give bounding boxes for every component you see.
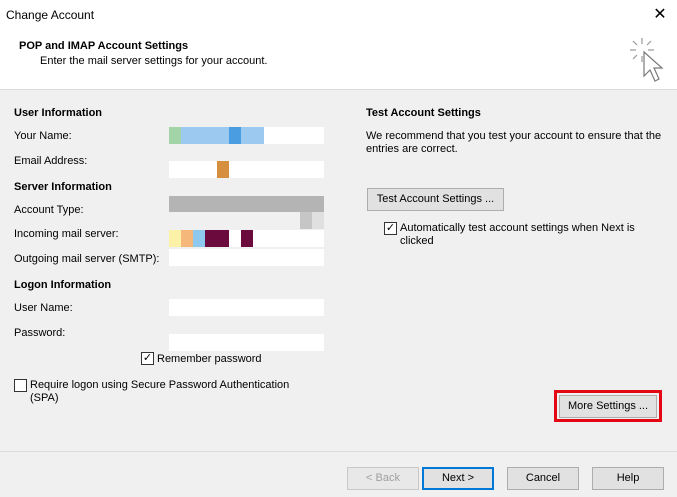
auto-test-label[interactable]: Automatically test account settings when… [400, 222, 650, 248]
server-info-title: Server Information [14, 181, 112, 193]
redaction-block [181, 230, 193, 247]
header-subtitle: Enter the mail server settings for your … [40, 55, 268, 67]
email-label: Email Address: [14, 155, 88, 167]
window-title: Change Account [6, 8, 95, 22]
help-button[interactable]: Help [592, 467, 664, 490]
remember-password-label[interactable]: Remember password [157, 353, 262, 365]
test-settings-description: We recommend that you test your account … [366, 130, 662, 155]
footer-divider [0, 451, 677, 452]
redaction-block [193, 230, 205, 247]
close-icon: ✕ [653, 6, 667, 23]
redaction-block [217, 161, 229, 178]
spa-label[interactable]: Require logon using Secure Password Auth… [30, 379, 320, 405]
password-label: Password: [14, 327, 66, 339]
test-account-settings-button[interactable]: Test Account Settings ... [367, 188, 504, 211]
your-name-label: Your Name: [14, 130, 72, 142]
redaction-block [300, 212, 312, 229]
back-button[interactable]: < Back [347, 467, 419, 490]
highlight-box [554, 390, 662, 422]
your-name-field[interactable] [169, 127, 324, 144]
title-bar: Change Account ✕ [0, 0, 677, 30]
auto-test-checkbox[interactable] [384, 222, 397, 235]
logon-info-title: Logon Information [14, 279, 112, 291]
redaction-block [181, 127, 229, 144]
account-type-field [169, 196, 324, 212]
redaction-block [241, 127, 264, 144]
close-button[interactable]: ✕ [649, 4, 671, 26]
cancel-button[interactable]: Cancel [507, 467, 579, 490]
email-field[interactable] [169, 161, 324, 178]
password-field[interactable] [169, 334, 324, 351]
outgoing-server-field[interactable] [169, 249, 324, 266]
spa-checkbox[interactable] [14, 379, 27, 392]
redaction-block [169, 127, 181, 144]
next-button[interactable]: Next > [422, 467, 494, 490]
user-info-title: User Information [14, 107, 103, 119]
account-type-field-lower [169, 212, 324, 229]
redaction-block [169, 230, 181, 247]
redaction-block [312, 212, 324, 229]
header-title: POP and IMAP Account Settings [19, 40, 189, 52]
username-label: User Name: [14, 302, 73, 314]
incoming-server-field[interactable] [169, 230, 324, 247]
cursor-sparkle-icon [630, 38, 664, 82]
redaction-block [241, 230, 253, 247]
test-settings-title: Test Account Settings [366, 107, 481, 119]
incoming-server-label: Incoming mail server: [14, 228, 119, 240]
redaction-block [229, 127, 241, 144]
account-type-label: Account Type: [14, 204, 84, 216]
remember-password-checkbox[interactable] [141, 352, 154, 365]
username-field[interactable] [169, 299, 324, 316]
outgoing-server-label: Outgoing mail server (SMTP): [14, 253, 160, 265]
redaction-block [205, 230, 229, 247]
dialog-header: POP and IMAP Account Settings Enter the … [0, 30, 677, 90]
